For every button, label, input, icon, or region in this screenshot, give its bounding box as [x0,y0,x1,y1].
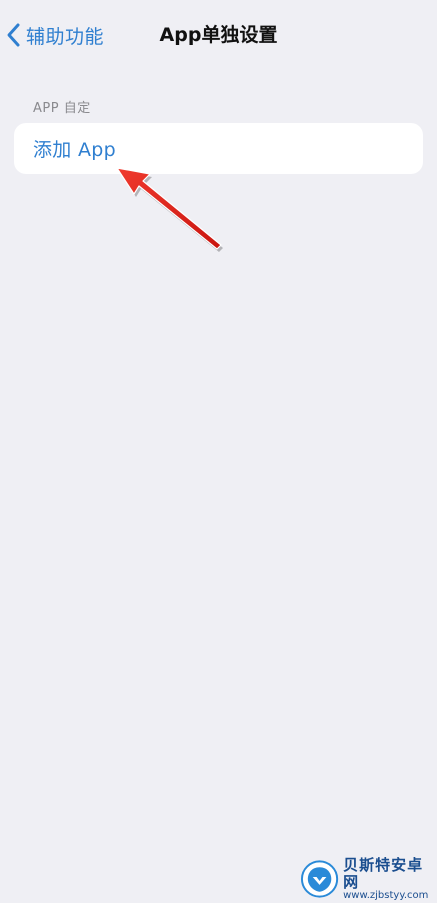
section-header: APP 自定 [33,101,91,116]
watermark-name: 贝斯特安卓网 [343,856,424,891]
navigation-bar: 辅助功能 App单独设置 [0,0,437,70]
add-app-label: 添加 App [33,139,116,161]
watermark-url: www.zjbstyy.com [343,890,429,901]
watermark: 贝斯特安卓网 www.zjbstyy.com [300,855,437,903]
page-title: App单独设置 [159,24,278,46]
add-app-button[interactable]: 添加 App [14,123,423,174]
watermark-logo-icon [300,860,339,898]
settings-group: 添加 App [14,123,423,174]
